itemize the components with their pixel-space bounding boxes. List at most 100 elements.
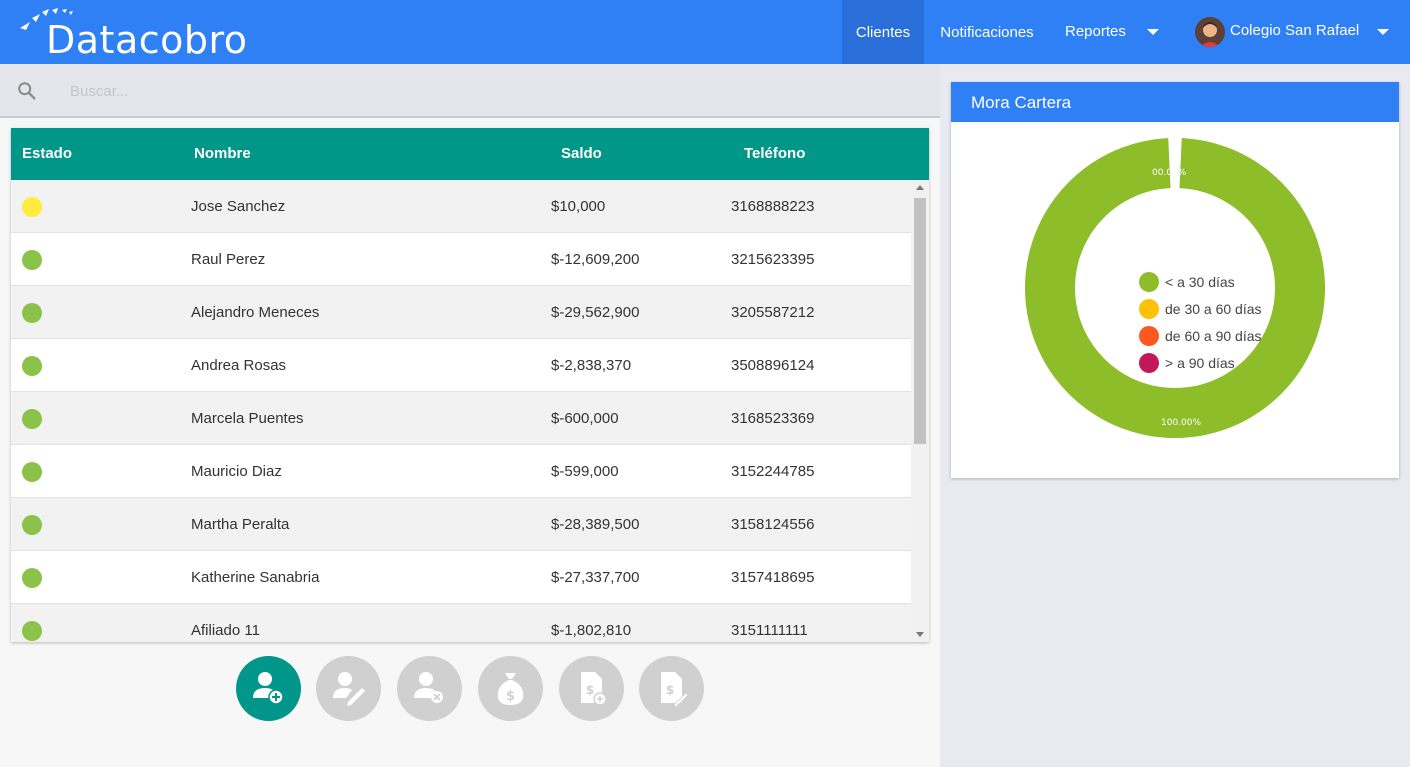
- nav-reportes[interactable]: Reportes: [1050, 0, 1174, 64]
- status-indicator: [22, 621, 42, 641]
- summary-pane: Mora Cartera < a 30 días de 30 a 60 días…: [940, 64, 1410, 767]
- search-bar: [0, 64, 940, 118]
- nav-notificaciones[interactable]: Notificaciones: [924, 0, 1050, 64]
- clients-pane: Estado Nombre Saldo Teléfono Jose Sanche…: [0, 64, 940, 767]
- cell-telefono: 3157418695: [731, 569, 815, 586]
- user-menu-chevron-icon[interactable]: [1377, 29, 1389, 35]
- legend-label: de 30 a 60 días: [1165, 301, 1262, 317]
- cell-telefono: 3205587212: [731, 304, 815, 321]
- cell-telefono: 3152244785: [731, 463, 815, 480]
- status-indicator: [22, 568, 42, 588]
- scroll-down-arrow-icon[interactable]: [916, 632, 924, 637]
- table-header: Estado Nombre Saldo Teléfono: [11, 128, 929, 180]
- table-row[interactable]: Katherine Sanabria $-27,337,700 31574186…: [11, 551, 911, 604]
- cell-nombre: Afiliado 11: [191, 622, 260, 639]
- person-add-icon: [253, 672, 284, 705]
- card-title: Mora Cartera: [951, 82, 1399, 122]
- edit-client-button[interactable]: [316, 656, 381, 721]
- cell-saldo: $-29,562,900: [551, 304, 640, 321]
- nav-clientes[interactable]: Clientes: [842, 0, 924, 64]
- logo-wordmark: Datacobro: [46, 18, 248, 62]
- cell-saldo: $-28,389,500: [551, 516, 640, 533]
- add-invoice-button[interactable]: $: [559, 656, 624, 721]
- cell-saldo: $-27,337,700: [551, 569, 640, 586]
- svg-text:$: $: [586, 683, 594, 697]
- table-row[interactable]: Afiliado 11 $-1,802,810 3151111111: [11, 604, 911, 642]
- table-body: Jose Sanchez $10,000 3168888223 Raul Per…: [11, 180, 911, 642]
- nav-notificaciones-label: Notificaciones: [940, 23, 1034, 41]
- legend-swatch: [1139, 353, 1159, 373]
- header-estado[interactable]: Estado: [22, 145, 72, 162]
- top-app-bar: Datacobro Clientes Notificaciones Report…: [0, 0, 1410, 64]
- cell-nombre: Mauricio Diaz: [191, 463, 282, 480]
- search-input[interactable]: [70, 79, 670, 103]
- table-row[interactable]: Marcela Puentes $-600,000 3168523369: [11, 392, 911, 445]
- data-label: 00.00%: [1152, 168, 1187, 178]
- table-row[interactable]: Raul Perez $-12,609,200 3215623395: [11, 233, 911, 286]
- cell-telefono: 3151111111: [731, 622, 808, 639]
- cell-nombre: Katherine Sanabria: [191, 569, 320, 586]
- add-client-button[interactable]: [236, 656, 301, 721]
- cell-nombre: Andrea Rosas: [191, 357, 287, 374]
- status-indicator: [22, 515, 42, 535]
- status-indicator: [22, 250, 42, 270]
- invoice-edit-icon: $: [661, 672, 689, 708]
- legend-label: < a 30 días: [1165, 274, 1235, 290]
- person-edit-icon: [333, 672, 365, 706]
- cell-nombre: Marcela Puentes: [191, 410, 304, 427]
- status-indicator: [22, 197, 42, 217]
- cell-telefono: 3508896124: [731, 357, 815, 374]
- cell-saldo: $-2,838,370: [551, 357, 632, 374]
- person-remove-icon: [414, 672, 443, 703]
- header-saldo[interactable]: Saldo: [561, 145, 602, 162]
- legend-swatch: [1139, 272, 1159, 292]
- cell-telefono: 3168523369: [731, 410, 815, 427]
- cell-telefono: 3168888223: [731, 198, 815, 215]
- edit-invoice-button[interactable]: $: [639, 656, 704, 721]
- money-bag-icon: $: [497, 673, 524, 705]
- cell-nombre: Raul Perez: [191, 251, 266, 268]
- user-name[interactable]: Colegio San Rafael: [1230, 22, 1359, 39]
- cell-saldo: $-12,609,200: [551, 251, 640, 268]
- data-label: 100.00%: [1161, 418, 1202, 428]
- table-scrollbar[interactable]: [911, 180, 929, 642]
- svg-text:$: $: [506, 689, 515, 704]
- status-indicator: [22, 409, 42, 429]
- svg-text:$: $: [666, 683, 674, 697]
- clients-table: Estado Nombre Saldo Teléfono Jose Sanche…: [11, 128, 929, 642]
- header-nombre[interactable]: Nombre: [194, 145, 251, 162]
- table-row[interactable]: Alejandro Meneces $-29,562,900 320558721…: [11, 286, 911, 339]
- remove-client-button[interactable]: [397, 656, 462, 721]
- cell-saldo: $-1,802,810: [551, 622, 632, 639]
- legend-swatch: [1139, 299, 1159, 319]
- table-row[interactable]: Mauricio Diaz $-599,000 3152244785: [11, 445, 911, 498]
- payment-button[interactable]: $: [478, 656, 543, 721]
- header-telefono[interactable]: Teléfono: [744, 145, 805, 162]
- table-row[interactable]: Andrea Rosas $-2,838,370 3508896124: [11, 339, 911, 392]
- avatar[interactable]: [1195, 17, 1225, 47]
- nav-reportes-label: Reportes: [1065, 23, 1126, 40]
- cell-telefono: 3158124556: [731, 516, 815, 533]
- nav-clientes-label: Clientes: [855, 23, 911, 41]
- cell-nombre: Martha Peralta: [191, 516, 290, 533]
- invoice-add-icon: $: [581, 672, 607, 706]
- cell-saldo: $-600,000: [551, 410, 619, 427]
- datacobro-logo[interactable]: Datacobro: [16, 6, 256, 62]
- legend-swatch: [1139, 326, 1159, 346]
- table-row[interactable]: Jose Sanchez $10,000 3168888223: [11, 180, 911, 233]
- legend-label: > a 90 días: [1165, 355, 1235, 371]
- search-icon[interactable]: [16, 80, 38, 102]
- status-indicator: [22, 303, 42, 323]
- status-indicator: [22, 356, 42, 376]
- scroll-up-arrow-icon[interactable]: [916, 185, 924, 190]
- scrollbar-thumb[interactable]: [914, 198, 926, 444]
- legend-label: de 60 a 90 días: [1165, 328, 1262, 344]
- table-row[interactable]: Martha Peralta $-28,389,500 3158124556: [11, 498, 911, 551]
- chevron-down-icon: [1147, 29, 1159, 35]
- mora-cartera-card: Mora Cartera < a 30 días de 30 a 60 días…: [951, 82, 1399, 478]
- mora-donut-chart: < a 30 días de 30 a 60 días de 60 a 90 d…: [951, 122, 1399, 478]
- cell-telefono: 3215623395: [731, 251, 815, 268]
- cell-nombre: Alejandro Meneces: [191, 304, 320, 321]
- cell-saldo: $-599,000: [551, 463, 619, 480]
- status-indicator: [22, 462, 42, 482]
